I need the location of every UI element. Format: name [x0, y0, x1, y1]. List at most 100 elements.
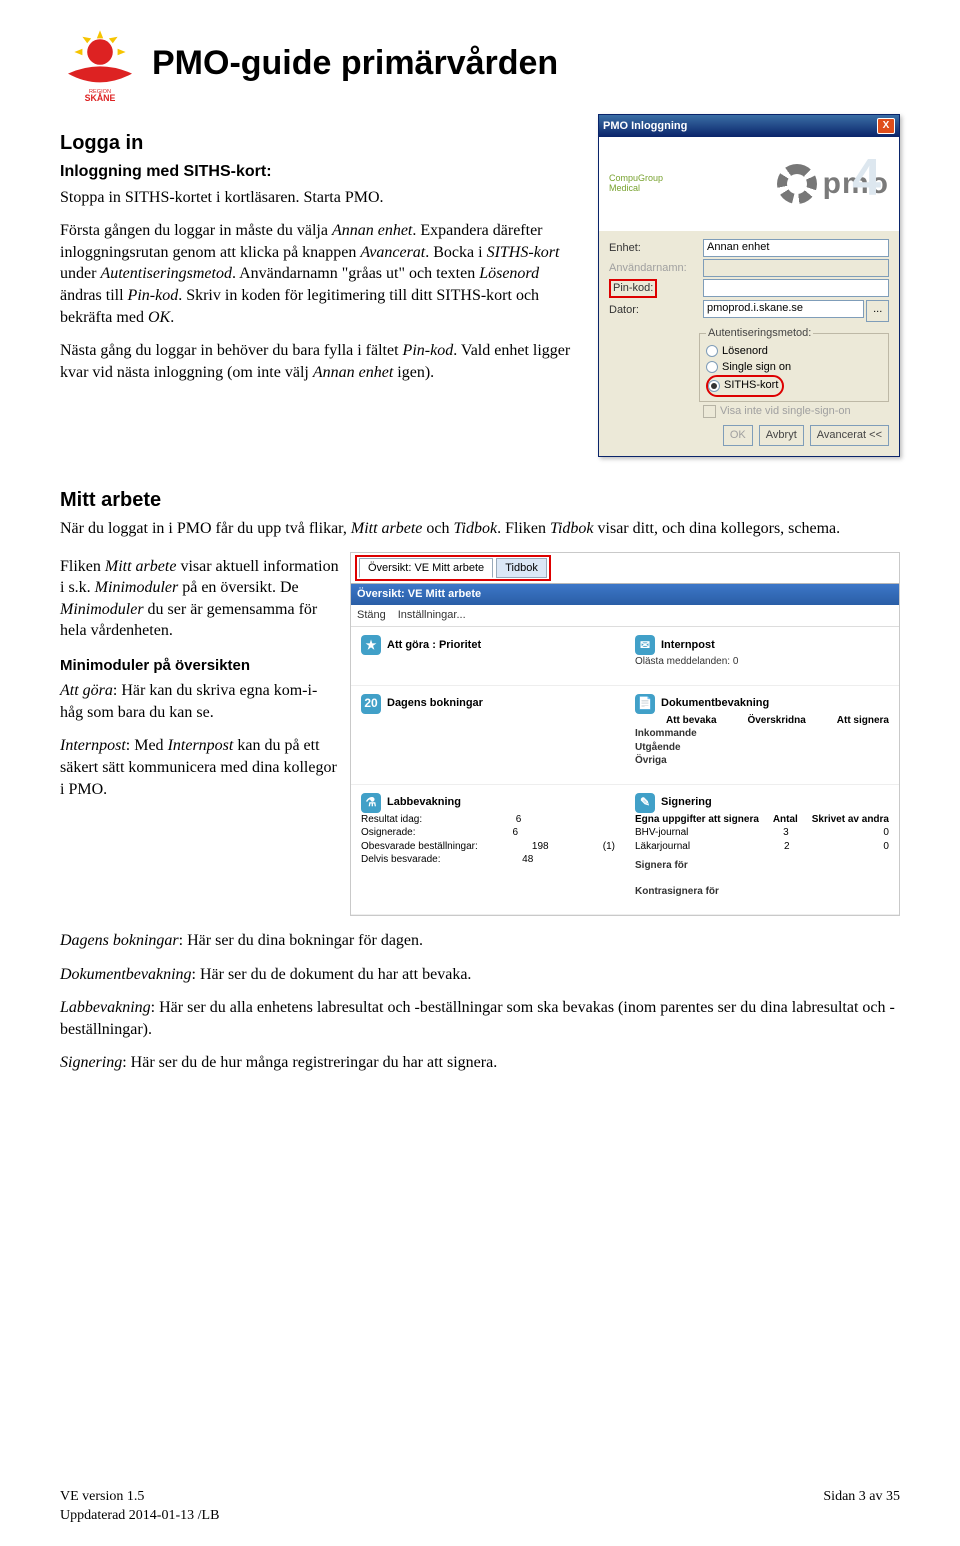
- t: Tidbok: [454, 520, 498, 537]
- module-signering[interactable]: ✎Signering Egna uppgifter att signeraAnt…: [625, 785, 899, 916]
- t: Labbevakning: [387, 795, 461, 810]
- t: Att bevaka: [666, 714, 717, 728]
- radio-siths-kort[interactable]: SITHS-kort: [708, 378, 778, 393]
- module-dagens-bokningar[interactable]: 20Dagens bokningar: [351, 686, 625, 785]
- checkbox-icon: [703, 405, 716, 418]
- t: Dokumentbevakning: [60, 966, 192, 983]
- login-titlebar[interactable]: PMO Inloggning X: [599, 115, 899, 137]
- module-internpost[interactable]: ✉Internpost Olästa meddelanden: 0: [625, 627, 899, 686]
- t: Internpost: [661, 638, 715, 653]
- t: och: [422, 520, 453, 537]
- para-internpost: Internpost: Med Internpost kan du på ett…: [60, 735, 340, 800]
- enhet-select[interactable]: Annan enhet: [703, 239, 889, 257]
- t: : Här ser du dina bokningar för dagen.: [179, 932, 423, 949]
- ok-button[interactable]: OK: [723, 425, 753, 446]
- t: Lösenord: [722, 344, 768, 359]
- t: på en översikt. De: [178, 579, 298, 596]
- subheading-siths: Inloggning med SITHS-kort:: [60, 161, 584, 183]
- login-title: PMO Inloggning: [603, 119, 877, 134]
- t: igen).: [393, 364, 434, 381]
- t: : Här ser du alla enhetens labresultat o…: [60, 999, 895, 1038]
- radio-single-sign-on[interactable]: Single sign on: [706, 360, 882, 375]
- t: Antal: [773, 813, 798, 827]
- checkbox-visa-inte[interactable]: Visa inte vid single-sign-on: [703, 404, 889, 419]
- t: : Här ser du de hur många registreringar…: [122, 1054, 497, 1071]
- t: OK: [148, 309, 170, 326]
- svg-text:REGION: REGION: [89, 89, 111, 95]
- t: Obesvarade beställningar:: [361, 840, 478, 854]
- region-skane-logo: SKÅNE REGION: [60, 24, 140, 104]
- t: Egna uppgifter att signera: [635, 813, 759, 827]
- para-sign: Signering: Här ser du de hur många regis…: [60, 1052, 900, 1074]
- t: 198: [532, 840, 549, 854]
- t: Mitt arbete: [105, 558, 177, 575]
- t: Avancerat: [360, 244, 425, 261]
- dator-browse-button[interactable]: ...: [866, 300, 889, 322]
- heading-logga-in: Logga in: [60, 130, 584, 157]
- t: Dokumentbevakning: [661, 696, 769, 711]
- t: Mitt arbete: [351, 520, 423, 537]
- t: Övriga: [635, 754, 889, 768]
- t: visar ditt, och dina kollegors, schema.: [594, 520, 841, 537]
- auth-fieldset: Autentiseringsmetod: Lösenord Single sig…: [699, 326, 889, 402]
- t: Inkommande: [635, 727, 889, 741]
- label-anvandarnamn: Användarnamn:: [609, 261, 703, 276]
- page-header: SKÅNE REGION PMO-guide primärvården: [60, 24, 900, 104]
- module-labbevakning[interactable]: ⚗Labbevakning Resultat idag:6 Osignerade…: [351, 785, 625, 916]
- para-fliken-ma: Fliken Mitt arbete visar aktuell informa…: [60, 556, 340, 642]
- t: Osignerade:: [361, 826, 415, 840]
- t: Pin-kod: [403, 342, 454, 359]
- radio-losenord[interactable]: Lösenord: [706, 344, 882, 359]
- t: Annan enhet: [332, 222, 412, 239]
- footer-page: Sidan 3 av 35: [823, 1488, 900, 1526]
- row-pinkod: Pin-kod:: [609, 279, 889, 298]
- dator-input[interactable]: pmoprod.i.skane.se: [703, 300, 864, 318]
- star-icon: ★: [361, 635, 381, 655]
- t: Överskridna: [747, 714, 805, 728]
- row-anvandarnamn: Användarnamn:: [609, 259, 889, 277]
- t: SITHS-kort: [724, 378, 778, 393]
- heading-mitt-arbete: Mitt arbete: [60, 487, 900, 514]
- tab-tidbok[interactable]: Tidbok: [496, 558, 547, 579]
- t: När du loggat in i PMO får du upp två fl…: [60, 520, 351, 537]
- module-att-gora[interactable]: ★ Att göra : Prioritet: [351, 627, 625, 686]
- t: Dagens bokningar: [387, 696, 483, 711]
- t: (1): [603, 840, 615, 854]
- t: 6: [512, 826, 518, 840]
- t: Resultat idag:: [361, 813, 422, 827]
- document-title: PMO-guide primärvården: [152, 41, 558, 87]
- t: SITHS-kort: [487, 244, 560, 261]
- t: Labbevakning: [60, 999, 151, 1016]
- label-pinkod: Pin-kod:: [609, 279, 703, 298]
- t: Autentiseringsmetod: [100, 265, 232, 282]
- t: Att göra: [60, 682, 113, 699]
- t: Delvis besvarade:: [361, 853, 440, 867]
- internpost-unread: Olästa meddelanden: 0: [635, 655, 889, 669]
- t: Att göra : Prioritet: [387, 638, 481, 653]
- pmo-logo-icon: [777, 164, 817, 204]
- t: Minimoduler: [60, 601, 144, 618]
- tab-mitt-arbete[interactable]: Översikt: VE Mitt arbete: [359, 558, 493, 579]
- para-dok: Dokumentbevakning: Här ser du de dokumen…: [60, 964, 900, 986]
- t: Lösenord: [479, 265, 539, 282]
- t: Kontrasignera för: [635, 885, 889, 899]
- t: Läkarjournal: [635, 840, 690, 854]
- module-dokumentbevakning[interactable]: 📄 Dokumentbevakning Att bevaka Överskridna…: [625, 686, 899, 785]
- auth-legend: Autentiseringsmetod:: [706, 326, 813, 341]
- t: 0: [883, 826, 889, 840]
- pinkod-input[interactable]: [703, 279, 889, 297]
- avbryt-button[interactable]: Avbryt: [759, 425, 804, 446]
- close-icon[interactable]: X: [877, 118, 895, 134]
- toolbar-installningar[interactable]: Inställningar...: [398, 608, 466, 623]
- t: Utgående: [635, 741, 889, 755]
- para-forsta: Första gången du loggar in måste du välj…: [60, 220, 584, 328]
- t: Single sign on: [722, 360, 791, 375]
- row-enhet: Enhet: Annan enhet: [609, 239, 889, 257]
- avancerat-button[interactable]: Avancerat <<: [810, 425, 889, 446]
- t: . Fliken: [497, 520, 550, 537]
- toolbar-stang[interactable]: Stäng: [357, 608, 386, 623]
- document-icon: 📄: [635, 694, 655, 714]
- t: Att signera: [837, 714, 889, 728]
- t: BHV-journal: [635, 826, 688, 840]
- radio-icon: [706, 361, 718, 373]
